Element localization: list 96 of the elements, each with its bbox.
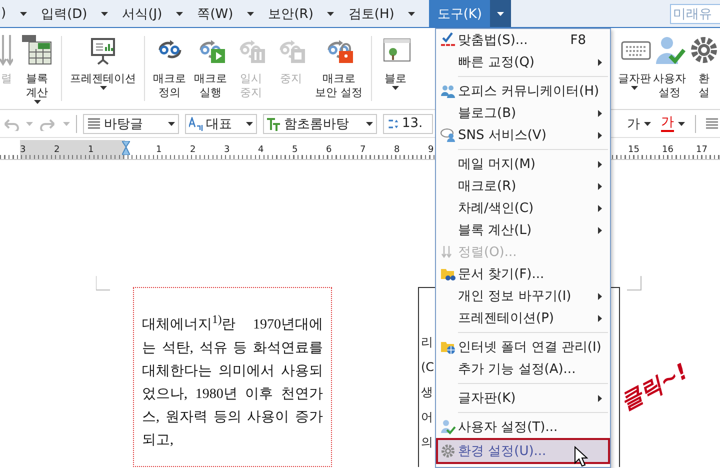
toolbar-button[interactable]: 매크로 보안 설정 xyxy=(311,28,366,109)
settings-icon xyxy=(688,34,720,66)
text-fragment: 생 xyxy=(421,384,433,401)
font-size-field[interactable]: 13. xyxy=(383,114,433,134)
ruler-number: 17 xyxy=(696,145,708,155)
redo-icon xyxy=(39,116,57,130)
toolbar-button[interactable]: 프레젠테이션 xyxy=(66,28,140,109)
menu-tab[interactable]: 도구(K) xyxy=(429,0,490,27)
text-fragment: 리 xyxy=(421,334,433,351)
menu-tab[interactable]: 입력(D) xyxy=(41,0,94,27)
toolbar-button[interactable]: 매크로 실행 xyxy=(190,28,231,109)
menu-item[interactable]: 추가 기능 설정(A)... xyxy=(438,358,608,380)
caret-icon xyxy=(176,12,184,16)
menu-item[interactable]: 인터넷 폴더 연결 관리(I) xyxy=(438,336,608,358)
caret-icon xyxy=(20,12,28,16)
menu-item[interactable]: 매크로(R) xyxy=(438,175,608,197)
caret-icon xyxy=(63,122,70,126)
user-check-icon xyxy=(654,34,686,66)
character-button[interactable]: 가 xyxy=(661,116,685,132)
calculator-grid-icon xyxy=(21,34,53,66)
toolbar-button[interactable]: 매크로 정의 xyxy=(149,28,190,109)
spellcheck-icon xyxy=(440,32,456,48)
caret-icon xyxy=(168,122,175,126)
menu-tab[interactable]: 보안(R) xyxy=(268,0,320,27)
caret-icon xyxy=(101,12,108,16)
caret-icon xyxy=(26,122,33,126)
language-dropdown[interactable]: 대표 xyxy=(185,114,257,134)
settings-icon xyxy=(440,443,456,459)
text-fragment: (C xyxy=(421,359,434,376)
ruler-number: 2 xyxy=(190,145,196,155)
menu-item[interactable]: 개인 정보 바꾸기(I) xyxy=(438,285,608,307)
ruler-number: 16 xyxy=(662,145,674,155)
font-glyph-icon xyxy=(267,116,281,130)
ruler-number: 3 xyxy=(20,145,26,155)
menu-item[interactable]: 빠른 교정(Q) xyxy=(438,51,608,73)
dropdown-button[interactable] xyxy=(490,0,511,27)
user-check-icon xyxy=(440,419,456,435)
language-glyph-icon xyxy=(189,116,203,130)
ruler-number: 9 xyxy=(428,145,434,155)
people-icon xyxy=(440,83,456,99)
menu-item[interactable]: 글자판(K) xyxy=(438,387,608,409)
ruler-number: 2 xyxy=(54,145,60,155)
menu-item[interactable]: 블록 계산(L) xyxy=(438,219,608,241)
menu-item[interactable]: SNS 서비스(V) xyxy=(438,124,608,146)
menu-item[interactable]: 문서 찾기(F)... xyxy=(438,263,608,285)
menu-tab[interactable]: 서식(J) xyxy=(122,0,168,27)
ruler-number: 1 xyxy=(156,145,162,155)
caret-icon xyxy=(408,12,416,16)
menu-item[interactable]: 메일 머지(M) xyxy=(438,153,608,175)
ruler-number: 3 xyxy=(224,145,230,155)
sort-arrows-icon xyxy=(0,34,13,66)
indent-marker-icon xyxy=(122,141,130,155)
ruler-number: 5 xyxy=(292,145,298,155)
ruler-number: 8 xyxy=(394,145,400,155)
speech-person-icon xyxy=(440,127,456,143)
toolbar-button[interactable]: 사용자 설정 xyxy=(652,28,687,109)
menu-item[interactable]: 환경 설정(U)... xyxy=(436,438,610,464)
text-fragment: 의 xyxy=(421,434,433,451)
font-dropdown[interactable]: 함초롬바탕 xyxy=(263,114,377,134)
menu-item[interactable]: 맞춤법(S)... F8 xyxy=(438,29,608,51)
caret-icon xyxy=(644,122,651,126)
toolbar-button[interactable]: 블록 계산 xyxy=(17,28,57,109)
menu-item[interactable]: 프레젠테이션(P) xyxy=(438,307,608,329)
ruler-number: 1 xyxy=(88,145,94,155)
caret-icon xyxy=(247,12,254,16)
toolbar-button[interactable]: 글자판 xyxy=(617,28,652,109)
ruler-number: 4 xyxy=(258,145,264,155)
align-lines-icon xyxy=(706,116,718,130)
ruler-number: 15 xyxy=(628,145,640,155)
folder-binoculars-icon xyxy=(440,266,456,282)
folder-globe-icon xyxy=(440,339,456,355)
character-button[interactable]: 가 xyxy=(627,114,651,132)
ruler-number: 7 xyxy=(360,145,366,155)
toolbar-button[interactable]: 블로 xyxy=(376,28,416,109)
page-corner-mark xyxy=(96,276,111,291)
caret-icon xyxy=(678,122,685,126)
size-arrows-icon xyxy=(387,116,399,130)
menu-tab[interactable]: 쪽(W) xyxy=(197,0,240,27)
style-dropdown[interactable]: 바탕글 xyxy=(83,114,179,134)
menu-item[interactable]: 차례/색인(C) xyxy=(438,197,608,219)
caret-icon xyxy=(497,12,504,16)
undo-icon xyxy=(2,116,20,130)
ruler-number: 6 xyxy=(326,145,332,155)
menu-tab[interactable]: ) xyxy=(0,0,12,27)
toolbar-button[interactable]: 환 설 xyxy=(687,28,720,109)
text-fragment: 어 xyxy=(421,409,433,426)
menu-item[interactable]: 블로그(B) xyxy=(438,102,608,124)
menu-item[interactable]: 사용자 설정(T)... xyxy=(438,416,608,438)
caret-icon xyxy=(366,122,373,126)
caret-icon xyxy=(246,122,253,126)
page-corner-mark xyxy=(627,276,642,291)
caret-icon xyxy=(327,12,334,16)
paragraph-lines-icon xyxy=(87,116,101,130)
menu-item[interactable]: 오피스 커뮤니케이터(H) xyxy=(438,80,608,102)
menu-tab[interactable]: 검토(H) xyxy=(348,0,400,27)
paragraph: 대체에너지$^{1)}$란 1970년대에는 석탄, 석유 등 화석연료를 대체한다는 의미에서 사용되었으나, 1980년 이후 천연가스, 원자력 등의 사용이 증가되고, xyxy=(133,287,332,467)
